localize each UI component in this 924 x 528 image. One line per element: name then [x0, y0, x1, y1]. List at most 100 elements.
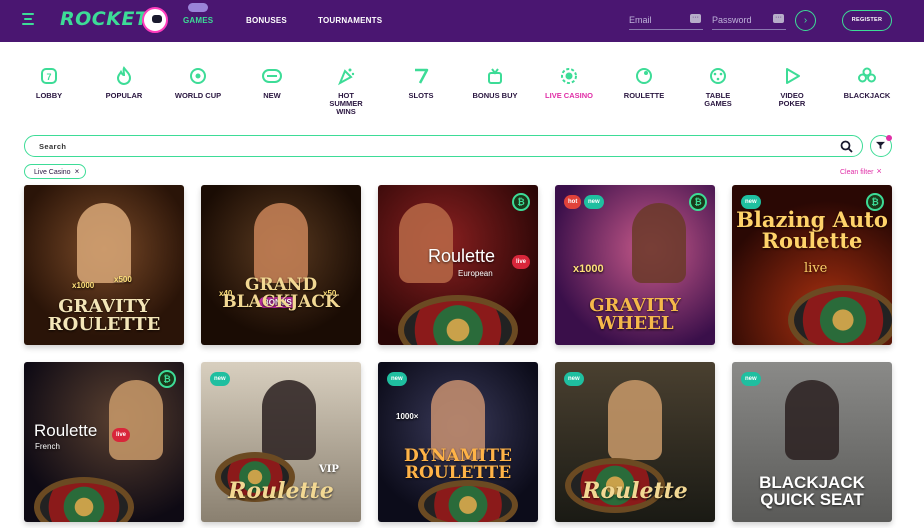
category-table-games[interactable]: TABLE GAMES: [681, 66, 755, 108]
logo[interactable]: ROCKET: [60, 8, 148, 30]
game-tile[interactable]: new VIP Roulette: [201, 362, 361, 522]
hot-badge: hot: [564, 195, 582, 209]
category-blackjack[interactable]: BLACKJACK: [830, 66, 904, 100]
multiplier-label: x500: [114, 275, 132, 284]
game-title: GRAND BLACKJACK: [222, 275, 340, 312]
bitcoin-badge-icon: ₿: [158, 370, 176, 388]
nav-games[interactable]: GAMES: [183, 16, 213, 25]
filter-active-dot: [886, 135, 892, 141]
category-label: BLACKJACK: [843, 91, 891, 100]
live-badge: live: [112, 428, 131, 442]
new-icon: [262, 69, 282, 83]
game-tile[interactable]: new Roulette: [555, 362, 715, 522]
category-label: TABLE GAMES: [704, 91, 732, 108]
category-popular[interactable]: POPULAR: [87, 66, 161, 100]
game-title: Roulette: [34, 421, 98, 440]
game-tile[interactable]: new 1000× DYNAMITE ROULETTE: [378, 362, 538, 522]
email-field-wrapper: ···: [629, 10, 703, 30]
menu-icon[interactable]: [22, 13, 34, 27]
play-icon: [786, 68, 800, 84]
filter-icon: [876, 141, 885, 150]
autofill-icon: ···: [773, 14, 784, 23]
login-submit-button[interactable]: ›: [795, 10, 816, 31]
category-label: SLOTS: [408, 91, 434, 100]
roulette-wheel-image: [788, 285, 892, 345]
category-lobby[interactable]: 7 LOBBY: [12, 66, 86, 100]
category-label: LOBBY: [35, 91, 63, 100]
roulette-wheel-image: [398, 295, 518, 345]
party-icon: [337, 68, 355, 86]
flame-icon: [116, 66, 132, 85]
dealer-image: [254, 203, 308, 283]
gift-icon: [488, 68, 502, 84]
new-badge: new: [564, 372, 584, 386]
category-roulette[interactable]: ROULETTE: [607, 66, 681, 100]
dealer-image: [262, 380, 316, 460]
game-tile[interactable]: x1000 x500 GRAVITY ROULETTE: [24, 185, 184, 345]
category-new[interactable]: NEW: [235, 66, 309, 100]
game-tile[interactable]: x40 BONUS x50 GRAND BLACKJACK: [201, 185, 361, 345]
new-badge: new: [387, 372, 407, 386]
game-tile[interactable]: hot new ₿ x1000 GRAVITY WHEEL: [555, 185, 715, 345]
new-badge: new: [741, 372, 761, 386]
multiplier-label: x1000: [573, 263, 604, 275]
roulette-icon: [636, 68, 652, 84]
game-subtitle: European: [458, 269, 493, 278]
search-input[interactable]: [39, 139, 819, 153]
close-icon[interactable]: ×: [75, 167, 80, 176]
ball-icon: [190, 68, 206, 84]
search-icon[interactable]: [840, 140, 853, 153]
multiplier-label: 1000×: [396, 412, 419, 421]
category-hot-summer-wins[interactable]: HOT SUMMER WINS: [309, 66, 383, 116]
live-badge: live: [512, 255, 531, 269]
game-title: BLACKJACK QUICK SEAT: [759, 473, 865, 509]
roulette-wheel-image: [34, 477, 134, 522]
vip-label: VIP: [319, 464, 339, 475]
chip-label: Live Casino: [34, 169, 71, 176]
game-tile[interactable]: new BLACKJACK QUICK SEAT: [732, 362, 892, 522]
dealer-image: [399, 203, 453, 283]
dice-icon: [710, 68, 726, 84]
game-tile[interactable]: new ₿ Blazing Auto Roulette live: [732, 185, 892, 345]
new-badge: new: [210, 372, 230, 386]
rocket-mascot-icon: [142, 7, 168, 33]
category-slots[interactable]: SLOTS: [384, 66, 458, 100]
game-title: Blazing Auto Roulette: [736, 207, 888, 253]
multiplier-label: x1000: [72, 281, 95, 290]
game-title: GRAVITY ROULETTE: [47, 296, 161, 335]
game-subtitle: live: [804, 261, 828, 276]
club-icon: [858, 67, 876, 83]
dealer-image: [785, 380, 839, 460]
category-video-poker[interactable]: VIDEO POKER: [755, 66, 829, 108]
lobby-icon: 7: [41, 68, 57, 84]
category-world-cup[interactable]: WORLD CUP: [161, 66, 235, 100]
category-label: ROULETTE: [623, 91, 665, 100]
dealer-image: [109, 380, 163, 460]
category-live-casino[interactable]: LIVE CASINO: [532, 66, 606, 100]
nav-bonuses[interactable]: BONUSES: [246, 16, 287, 25]
filter-button[interactable]: [870, 135, 892, 157]
autofill-icon: ···: [690, 14, 701, 23]
top-header: ROCKET GAMES BONUSES TOURNAMENTS ··· ···…: [0, 0, 924, 42]
register-button[interactable]: REGISTER: [842, 10, 892, 31]
game-tile[interactable]: ₿ Roulette live French: [24, 362, 184, 522]
category-label: LIVE CASINO: [545, 91, 593, 100]
nav-tournaments[interactable]: TOURNAMENTS: [318, 16, 382, 25]
active-filter-chip[interactable]: Live Casino ×: [24, 164, 87, 179]
category-label: NEW: [263, 91, 281, 100]
bitcoin-badge-icon: ₿: [512, 193, 530, 211]
clean-filter-button[interactable]: Clean filter ×: [840, 166, 882, 176]
game-tile[interactable]: ₿ Roulette live European: [378, 185, 538, 345]
game-title: Roulette: [228, 478, 334, 504]
category-label: HOT SUMMER WINS: [329, 91, 363, 116]
game-title: Roulette: [582, 478, 688, 504]
password-field-wrapper: ···: [712, 10, 786, 30]
category-bonus-buy[interactable]: BONUS BUY: [458, 66, 532, 100]
dealer-image: [77, 203, 131, 283]
game-subtitle: French: [35, 442, 60, 451]
seven-icon: [415, 68, 429, 84]
search-bar: [24, 135, 863, 157]
category-label: BONUS BUY: [472, 91, 518, 100]
bitcoin-badge-icon: ₿: [689, 193, 707, 211]
svg-text:7: 7: [46, 72, 51, 82]
